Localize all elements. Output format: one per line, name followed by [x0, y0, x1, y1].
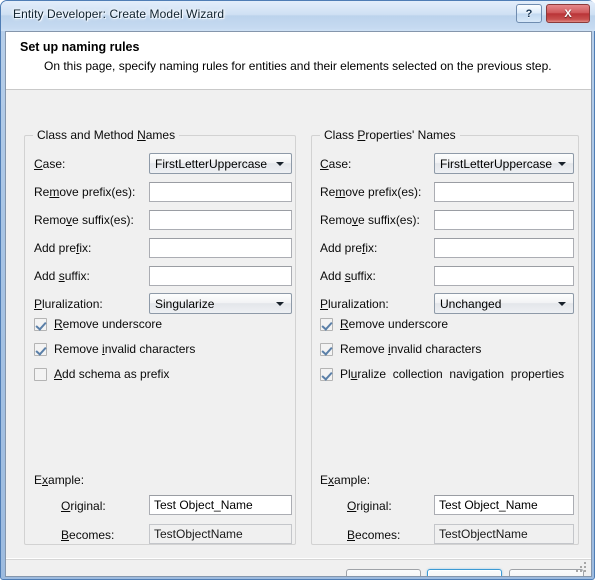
text-input-left-4[interactable] [149, 266, 292, 286]
example-becomes-label-left: Becomes: [61, 528, 115, 542]
grip-dot [580, 566, 582, 568]
checkbox-left-2[interactable]: Add schema as prefix [34, 367, 169, 381]
example-legend-left: Example: [34, 473, 85, 487]
checkbox-right-2[interactable]: Pluralize collection navigation properti… [320, 367, 564, 381]
example-becomes-label-right: Becomes: [347, 528, 401, 542]
grip-dot [584, 570, 586, 572]
checkbox-label: Add schema as prefix [54, 367, 170, 381]
checkbox-label: Remove invalid characters [340, 342, 482, 356]
checkbox-right-1[interactable]: Remove invalid characters [320, 342, 481, 356]
text-input-right-4[interactable] [434, 266, 574, 286]
combo-value: Unchanged [440, 297, 502, 311]
grip-dot [580, 570, 582, 572]
combo-value: FirstLetterUppercase [155, 157, 268, 171]
checkmark-icon [34, 342, 47, 356]
field-label-right-2: Remove suffix(es): [320, 213, 420, 227]
next-button[interactable]: Next > [427, 569, 502, 576]
resize-grip[interactable] [576, 562, 588, 574]
checkbox-label: Remove invalid characters [54, 342, 196, 356]
example-original-value-right[interactable]: Test Object_Name [434, 495, 574, 515]
chevron-down-icon [276, 302, 284, 306]
checkbox-left-0[interactable]: Remove underscore [34, 317, 162, 331]
checkbox-empty-icon [34, 367, 47, 381]
text-input-left-3[interactable] [149, 238, 292, 258]
dialog-window: Entity Developer: Create Model Wizard ? … [0, 0, 595, 580]
checkbox-label: Remove underscore [340, 317, 449, 331]
combo-right-5[interactable]: Unchanged [434, 293, 574, 314]
checkbox-label: Pluralize collection navigation properti… [340, 367, 565, 381]
example-becomes-value-left: TestObjectName [149, 524, 292, 544]
title-bar: Entity Developer: Create Model Wizard ? … [1, 1, 595, 31]
text-input-right-3[interactable] [434, 238, 574, 258]
checkmark-icon [320, 317, 333, 331]
grip-dot [576, 570, 578, 572]
checkmark-icon [320, 367, 333, 381]
field-label-right-4: Add suffix: [320, 269, 376, 283]
checkbox-right-0[interactable]: Remove underscore [320, 317, 448, 331]
example-original-label-left: Original: [61, 499, 106, 513]
text-input-right-2[interactable] [434, 210, 574, 230]
field-label-right-1: Remove prefix(es): [320, 185, 422, 199]
wizard-header: Set up naming rules On this page, specif… [6, 32, 591, 90]
text-input-left-1[interactable] [149, 182, 292, 202]
field-label-left-1: Remove prefix(es): [34, 185, 136, 199]
example-legend-right: Example: [320, 473, 371, 487]
chevron-down-icon [558, 162, 566, 166]
example-original-value-left[interactable]: Test Object_Name [149, 495, 292, 515]
combo-value: Singularize [155, 297, 215, 311]
cancel-button-label: Cancel [528, 574, 565, 576]
page-subtitle: On this page, specify naming rules for e… [44, 59, 552, 73]
checkbox-label: Remove underscore [54, 317, 163, 331]
field-label-right-3: Add prefix: [320, 241, 378, 255]
field-label-right-0: Case: [320, 157, 352, 171]
back-button-label: < Back [365, 574, 402, 576]
example-becomes-value-right: TestObjectName [434, 524, 574, 544]
button-bar-separator [6, 558, 591, 560]
field-label-left-0: Case: [34, 157, 66, 171]
checkmark-icon [320, 342, 333, 356]
back-button[interactable]: < Back [346, 569, 421, 576]
group-legend-right: Class Properties' Names [320, 128, 460, 142]
combo-right-0[interactable]: FirstLetterUppercase [434, 153, 574, 174]
chevron-down-icon [276, 162, 284, 166]
checkmark-icon [34, 317, 47, 331]
close-icon[interactable]: X [546, 4, 590, 23]
grip-dot [584, 566, 586, 568]
close-button-label: X [564, 7, 572, 20]
page-title: Set up naming rules [20, 40, 140, 54]
cancel-button[interactable]: Cancel [509, 569, 584, 576]
help-button-label: ? [525, 7, 533, 20]
example-original-label-right: Original: [347, 499, 392, 513]
field-label-right-5: Pluralization: [320, 297, 389, 311]
next-button-label: Next > [447, 574, 482, 576]
text-input-left-2[interactable] [149, 210, 292, 230]
checkbox-left-1[interactable]: Remove invalid characters [34, 342, 195, 356]
combo-left-5[interactable]: Singularize [149, 293, 292, 314]
group-legend-left: Class and Method Names [33, 128, 180, 142]
text-input-right-1[interactable] [434, 182, 574, 202]
window-title: Entity Developer: Create Model Wizard [13, 7, 225, 21]
chevron-down-icon [558, 302, 566, 306]
field-label-left-2: Remove suffix(es): [34, 213, 134, 227]
help-icon[interactable]: ? [516, 4, 542, 23]
field-label-left-3: Add prefix: [34, 241, 92, 255]
field-label-left-5: Pluralization: [34, 297, 103, 311]
dialog-client-area: Set up naming rules On this page, specif… [5, 31, 592, 577]
field-label-left-4: Add suffix: [34, 269, 90, 283]
combo-left-0[interactable]: FirstLetterUppercase [149, 153, 292, 174]
combo-value: FirstLetterUppercase [440, 157, 553, 171]
grip-dot [584, 562, 586, 564]
